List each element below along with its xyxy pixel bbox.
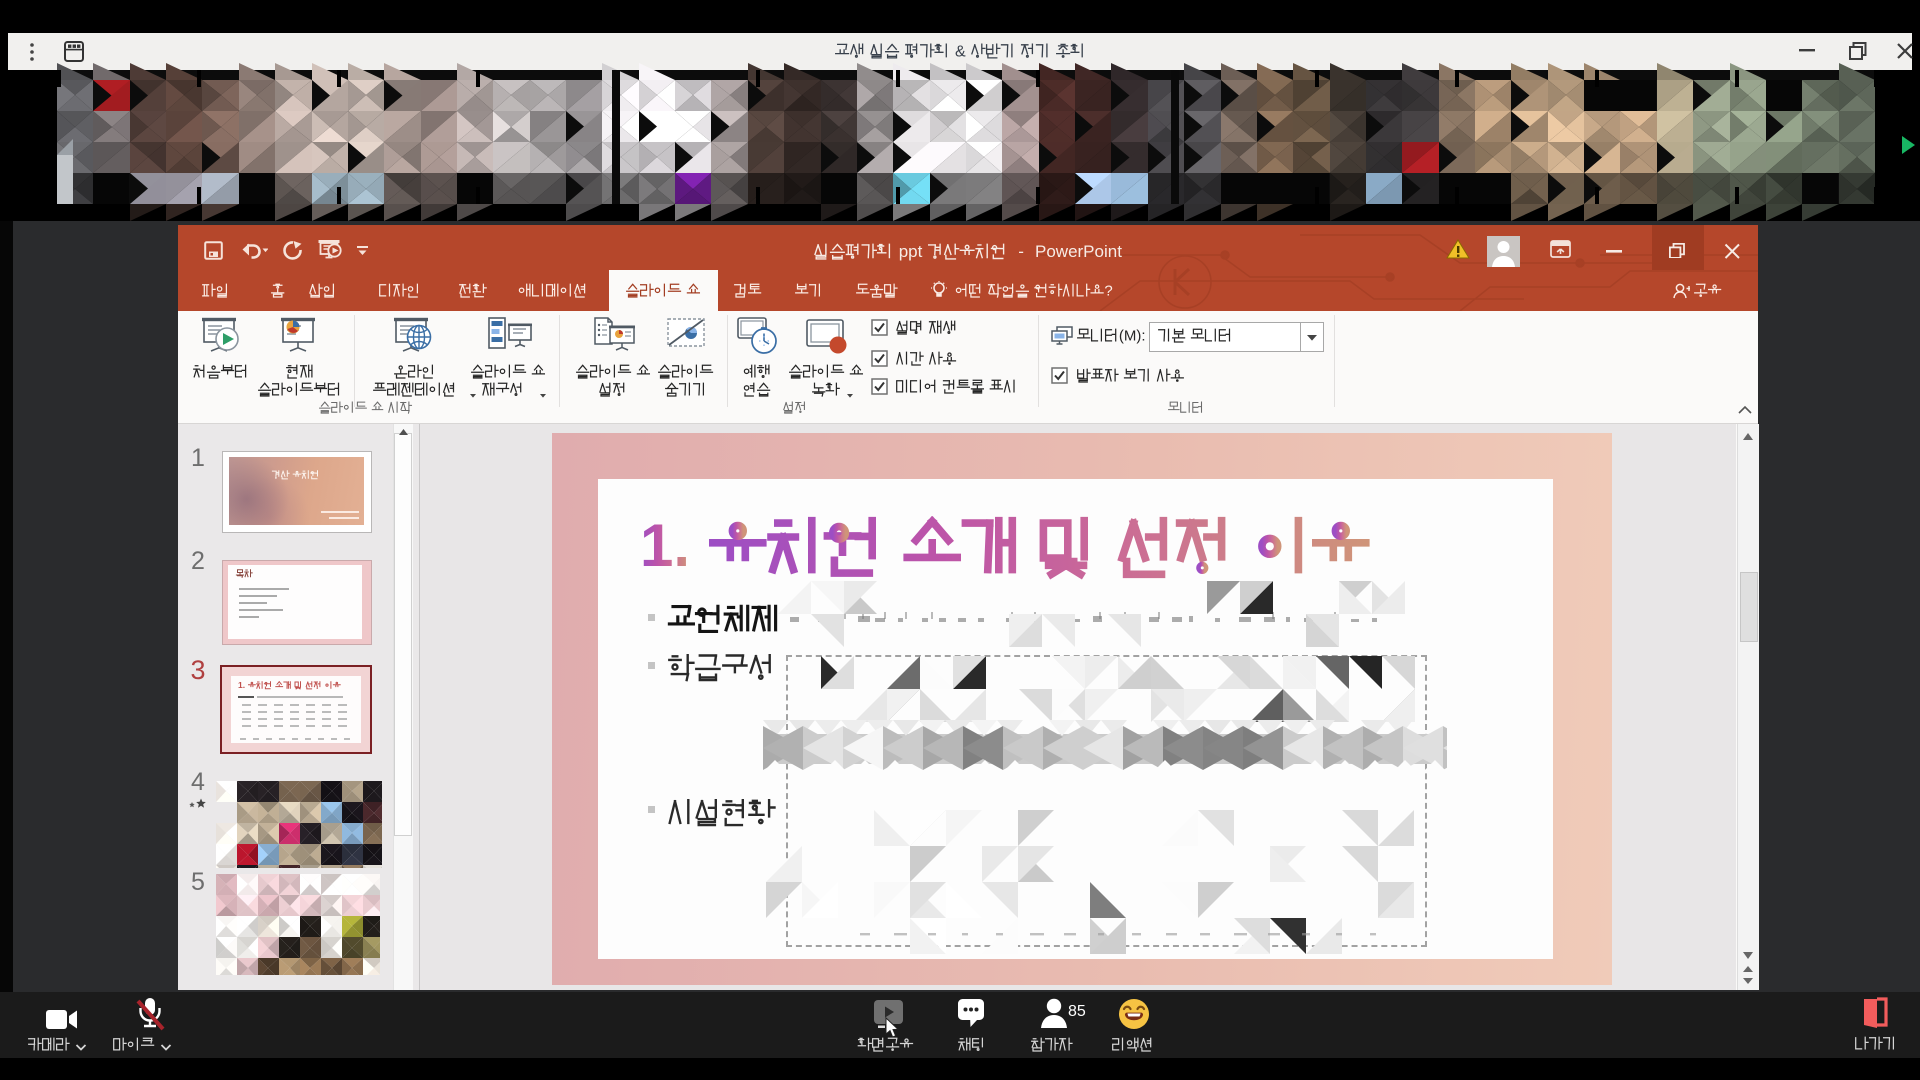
svg-text:1.: 1. bbox=[640, 512, 690, 579]
svg-text:1.: 1. bbox=[238, 680, 245, 690]
svg-text:ppt: ppt bbox=[899, 242, 923, 261]
svg-text:?: ? bbox=[1104, 282, 1112, 299]
svg-text:-: - bbox=[1018, 242, 1024, 261]
svg-text:PowerPoint: PowerPoint bbox=[1035, 242, 1122, 261]
svg-text:&: & bbox=[955, 43, 966, 60]
svg-text:(M):: (M): bbox=[1119, 327, 1146, 344]
